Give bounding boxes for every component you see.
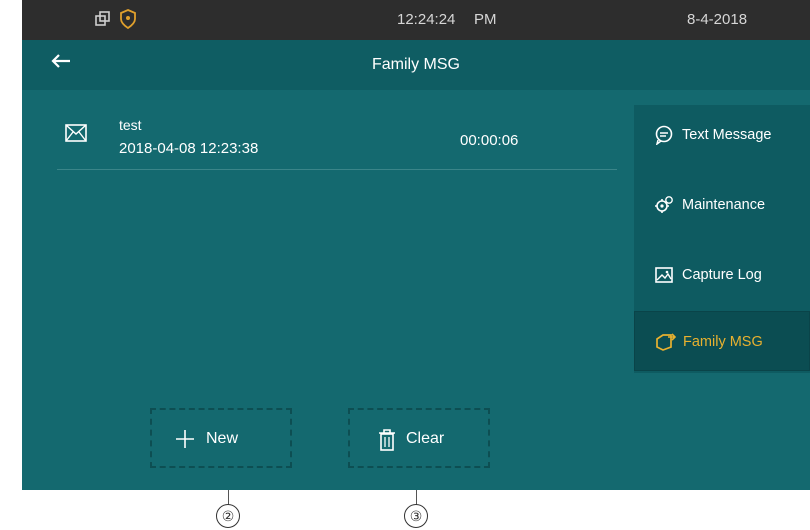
- new-button-label: New: [206, 430, 239, 447]
- sidebar-item-maintenance[interactable]: Maintenance: [634, 175, 810, 235]
- family-msg-icon: [655, 332, 677, 356]
- status-bar: 12:24:24 PM 8-4-2018: [22, 0, 810, 40]
- screen: 12:24:24 PM 8-4-2018 Family MSG test 201…: [22, 0, 810, 490]
- message-duration: 00:00:06: [460, 132, 519, 149]
- sidebar-item-label: Maintenance: [682, 197, 766, 213]
- message-datetime: 2018-04-08 12:23:38: [119, 140, 259, 157]
- plus-icon: [174, 428, 196, 455]
- image-icon: [654, 265, 674, 289]
- title-bar: Family MSG: [22, 40, 810, 90]
- status-date: 8-4-2018: [687, 11, 748, 28]
- trash-icon: [376, 428, 398, 457]
- callout-2: ②: [216, 504, 240, 528]
- chat-bubble-icon: [654, 125, 674, 149]
- sidebar-item-text-message[interactable]: Text Message: [634, 105, 810, 165]
- page-title: Family MSG: [372, 56, 460, 73]
- clear-button[interactable]: Clear: [348, 408, 490, 468]
- sidebar-item-capture-log[interactable]: Capture Log: [634, 245, 810, 305]
- status-time: 12:24:24: [397, 11, 456, 28]
- sidebar-item-label: Family MSG: [683, 334, 763, 350]
- sidebar: Text Message Maintenance Capture Log Fam…: [634, 105, 810, 373]
- callout-3: ③: [404, 504, 428, 528]
- status-ampm: PM: [474, 11, 497, 28]
- clear-button-label: Clear: [406, 430, 445, 447]
- shield-icon: [119, 9, 137, 33]
- sidebar-item-label: Text Message: [682, 127, 772, 143]
- envelope-icon: [65, 124, 87, 147]
- sidebar-item-family-msg[interactable]: Family MSG: [634, 311, 810, 371]
- sidebar-item-label: Capture Log: [682, 267, 762, 283]
- new-button[interactable]: New: [150, 408, 292, 468]
- list-divider: [57, 169, 617, 170]
- message-row[interactable]: test 2018-04-08 12:23:38 00:00:06: [57, 112, 617, 172]
- message-title: test: [119, 117, 142, 133]
- gears-icon: [654, 195, 674, 219]
- window-icon: [94, 10, 112, 32]
